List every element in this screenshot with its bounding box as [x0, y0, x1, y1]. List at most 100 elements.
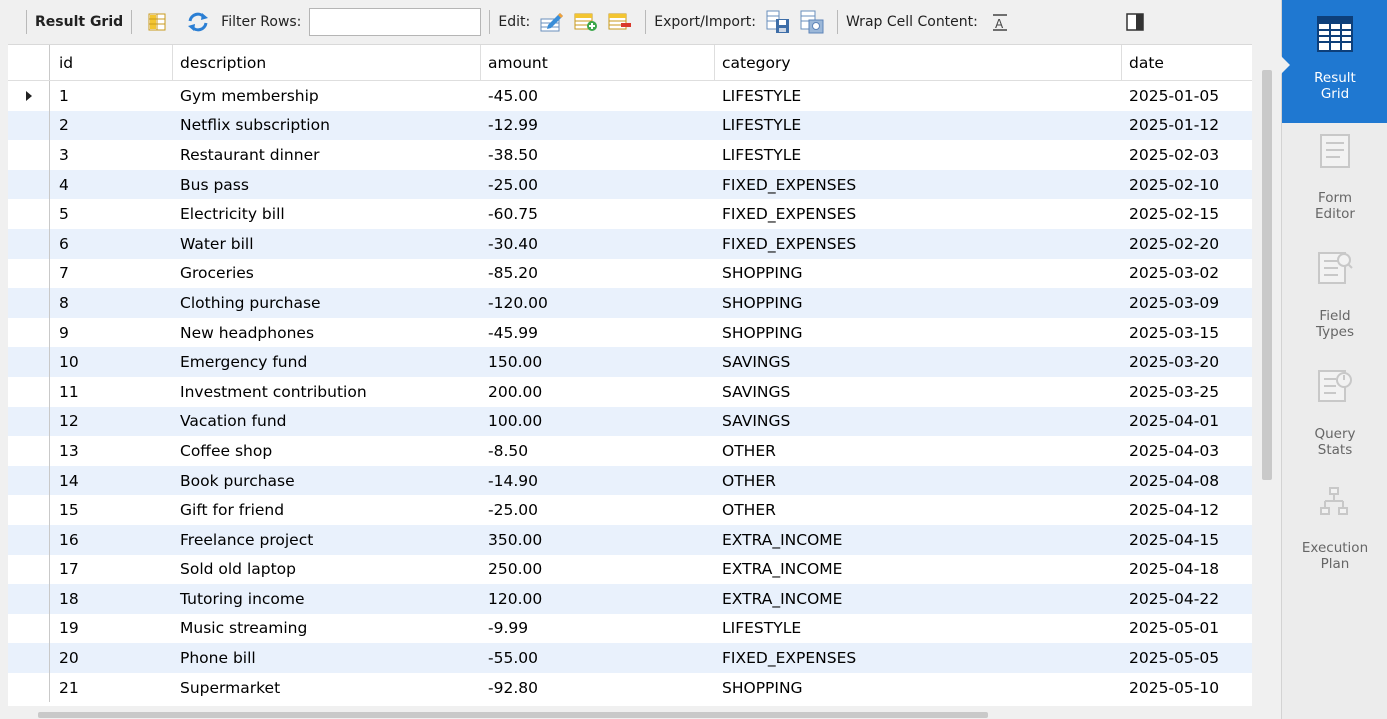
table-row[interactable]: 21 Supermarket -92.80 SHOPPING 2025-05-10 [8, 672, 1252, 703]
cell-description[interactable]: Investment contribution [172, 377, 480, 407]
table-row[interactable]: 5 Electricity bill -60.75 FIXED_EXPENSES 202… [8, 199, 1252, 229]
row-indicator[interactable] [8, 643, 50, 673]
cell-id[interactable]: 20 [51, 643, 177, 673]
row-indicator[interactable] [8, 524, 50, 555]
wrap-text-icon[interactable]: A [988, 10, 1012, 34]
cell-date[interactable]: 2025-05-01 [1121, 614, 1252, 644]
sidebar-item-form-editor[interactable]: Form Editor [1282, 132, 1387, 242]
column-header-amount[interactable]: amount [480, 45, 715, 80]
cell-category[interactable]: OTHER [714, 436, 1119, 466]
cell-date[interactable]: 2025-04-18 [1121, 555, 1252, 585]
cell-amount[interactable]: -45.00 [480, 81, 715, 111]
row-indicator[interactable] [8, 258, 50, 289]
table-row[interactable]: 20 Phone bill -55.00 FIXED_EXPENSES 2025-05-… [8, 643, 1252, 673]
table-row[interactable]: 15 Gift for friend -25.00 OTHER 2025-04-12 [8, 495, 1252, 525]
cell-date[interactable]: 2025-05-05 [1121, 643, 1252, 673]
refresh-icon[interactable] [186, 10, 210, 34]
row-indicator[interactable] [8, 672, 50, 703]
cell-date[interactable]: 2025-02-10 [1121, 170, 1252, 200]
cell-description[interactable]: Clothing purchase [172, 288, 480, 318]
cell-amount[interactable]: 100.00 [480, 407, 715, 437]
table-row[interactable]: 11 Investment contribution 200.00 SAVINGS 20… [8, 376, 1252, 407]
cell-amount[interactable]: 350.00 [480, 525, 715, 555]
cell-date[interactable]: 2025-02-20 [1121, 229, 1252, 259]
cell-description[interactable]: New headphones [172, 318, 480, 348]
table-row[interactable]: 14 Book purchase -14.90 OTHER 2025-04-08 [8, 465, 1252, 496]
row-indicator[interactable] [8, 228, 50, 259]
cell-date[interactable]: 2025-02-15 [1121, 199, 1252, 229]
cell-description[interactable]: Bus pass [172, 170, 480, 200]
cell-amount[interactable]: -14.90 [480, 466, 715, 496]
cell-category[interactable]: SHOPPING [714, 673, 1119, 703]
vertical-scrollbar[interactable] [1262, 70, 1272, 480]
cell-date[interactable]: 2025-02-03 [1121, 140, 1252, 170]
cell-id[interactable]: 9 [51, 318, 177, 348]
cell-category[interactable]: OTHER [714, 495, 1119, 525]
cell-date[interactable]: 2025-03-25 [1121, 377, 1252, 407]
cell-description[interactable]: Water bill [172, 229, 480, 259]
table-row[interactable]: 17 Sold old laptop 250.00 EXTRA_INCOME 2025-… [8, 554, 1252, 585]
sidebar-item-result-grid[interactable]: Result Grid [1282, 0, 1387, 123]
column-header-date[interactable]: date [1121, 45, 1252, 80]
cell-amount[interactable]: -8.50 [480, 436, 715, 466]
cell-category[interactable]: FIXED_EXPENSES [714, 199, 1119, 229]
cell-id[interactable]: 16 [51, 525, 177, 555]
column-header-description[interactable]: description [172, 45, 480, 80]
column-header-category[interactable]: category [714, 45, 1119, 80]
cell-date[interactable]: 2025-03-15 [1121, 318, 1252, 348]
cell-id[interactable]: 21 [51, 673, 177, 703]
cell-category[interactable]: LIFESTYLE [714, 81, 1119, 111]
cell-amount[interactable]: -60.75 [480, 199, 715, 229]
cell-description[interactable]: Vacation fund [172, 407, 480, 437]
sidebar-item-execution-plan[interactable]: Execution Plan [1282, 484, 1387, 594]
table-row[interactable]: 16 Freelance project 350.00 EXTRA_INCOME 202… [8, 524, 1252, 555]
toggle-panel-icon[interactable] [1123, 10, 1147, 34]
cell-id[interactable]: 14 [51, 466, 177, 496]
row-indicator[interactable] [8, 110, 50, 141]
cell-category[interactable]: FIXED_EXPENSES [714, 229, 1119, 259]
cell-id[interactable]: 5 [51, 199, 177, 229]
cell-amount[interactable]: -12.99 [480, 111, 715, 141]
cell-description[interactable]: Coffee shop [172, 436, 480, 466]
row-indicator[interactable] [8, 406, 50, 437]
cell-category[interactable]: SHOPPING [714, 288, 1119, 318]
cell-amount[interactable]: 120.00 [480, 584, 715, 614]
row-indicator[interactable] [8, 376, 50, 407]
filter-rows-input[interactable] [309, 8, 482, 36]
row-indicator[interactable] [8, 436, 50, 466]
cell-amount[interactable]: -38.50 [480, 140, 715, 170]
table-row[interactable]: 12 Vacation fund 100.00 SAVINGS 2025-04-01 [8, 406, 1252, 437]
table-row[interactable]: 1 Gym membership -45.00 LIFESTYLE 2025-01-05 [8, 81, 1252, 111]
cell-amount[interactable]: -120.00 [480, 288, 715, 318]
cell-description[interactable]: Emergency fund [172, 347, 480, 377]
table-row[interactable]: 8 Clothing purchase -120.00 SHOPPING 2025-03… [8, 288, 1252, 318]
cell-amount[interactable]: -30.40 [480, 229, 715, 259]
row-indicator[interactable] [8, 199, 50, 229]
table-row[interactable]: 19 Music streaming -9.99 LIFESTYLE 2025-05-0… [8, 613, 1252, 644]
cell-amount[interactable]: 150.00 [480, 347, 715, 377]
cell-id[interactable]: 15 [51, 495, 177, 525]
cell-category[interactable]: SAVINGS [714, 377, 1119, 407]
cell-description[interactable]: Groceries [172, 259, 480, 289]
cell-category[interactable]: SAVINGS [714, 407, 1119, 437]
import-icon[interactable] [800, 10, 824, 34]
cell-description[interactable]: Music streaming [172, 614, 480, 644]
cell-id[interactable]: 1 [51, 81, 177, 111]
cell-category[interactable]: SHOPPING [714, 318, 1119, 348]
cell-category[interactable]: LIFESTYLE [714, 614, 1119, 644]
cell-category[interactable]: FIXED_EXPENSES [714, 643, 1119, 673]
row-indicator[interactable] [8, 495, 50, 525]
cell-amount[interactable]: 200.00 [480, 377, 715, 407]
cell-amount[interactable]: -55.00 [480, 643, 715, 673]
row-indicator[interactable] [8, 288, 50, 318]
cell-description[interactable]: Freelance project [172, 525, 480, 555]
cell-description[interactable]: Phone bill [172, 643, 480, 673]
table-row[interactable]: 7 Groceries -85.20 SHOPPING 2025-03-02 [8, 258, 1252, 289]
cell-id[interactable]: 10 [51, 347, 177, 377]
cell-date[interactable]: 2025-01-12 [1121, 111, 1252, 141]
cell-description[interactable]: Gift for friend [172, 495, 480, 525]
delete-row-icon[interactable] [608, 10, 632, 34]
sidebar-item-field-types[interactable]: Field Types [1282, 248, 1387, 358]
table-row[interactable]: 3 Restaurant dinner -38.50 LIFESTYLE 2025-02… [8, 140, 1252, 170]
cell-description[interactable]: Netflix subscription [172, 111, 480, 141]
